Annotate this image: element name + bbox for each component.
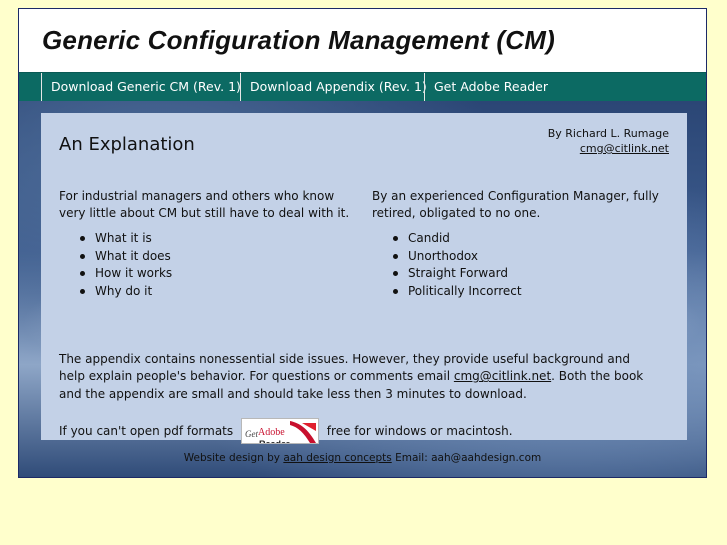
footer-prefix: Website design by xyxy=(183,452,281,464)
content-panel: An Explanation By Richard L. Rumage cmg@… xyxy=(41,113,687,444)
nav-download-appendix[interactable]: Download Appendix (Rev. 1) xyxy=(250,73,427,102)
audience-column: For industrial managers and others who k… xyxy=(59,188,359,300)
header: Generic Configuration Management (CM) xyxy=(19,9,706,72)
contact-email-link[interactable]: cmg@citlink.net xyxy=(454,369,551,383)
site-title: Generic Configuration Management (CM) xyxy=(42,25,555,55)
list-item: Unorthodox xyxy=(393,248,672,266)
badge-reader-text: Reader xyxy=(258,438,290,444)
badge-get-text: Get xyxy=(244,428,258,439)
bullet-icon xyxy=(393,288,398,294)
ocean-background: An Explanation By Richard L. Rumage cmg@… xyxy=(19,101,706,477)
list-item-label: Unorthodox xyxy=(408,248,479,263)
author-intro: By an experienced Configuration Manager,… xyxy=(372,189,659,220)
bullet-icon xyxy=(393,253,398,259)
page-frame: Generic Configuration Management (CM) Do… xyxy=(18,8,707,478)
list-item: Straight Forward xyxy=(393,265,672,283)
qualities-list: Candid Unorthodox Straight Forward Polit… xyxy=(372,230,672,300)
bullet-icon xyxy=(80,271,85,276)
nav-separator xyxy=(424,73,425,102)
author-name: By Richard L. Rumage xyxy=(547,127,669,140)
list-item-label: Why do it xyxy=(95,283,153,298)
topics-list: What it is What it does How it works Why… xyxy=(59,230,359,300)
list-item-label: What it is xyxy=(95,231,152,245)
author-email-link[interactable]: cmg@citlink.net xyxy=(580,142,669,155)
footer-email: Email: aah@aahdesign.com xyxy=(395,452,542,464)
bullet-icon xyxy=(80,288,85,294)
audience-intro: For industrial managers and others who k… xyxy=(59,189,350,220)
bullet-icon xyxy=(80,253,85,259)
nav-separator xyxy=(41,73,42,102)
bullet-icon xyxy=(393,236,398,241)
nav-separator xyxy=(240,73,241,102)
list-item: What it is xyxy=(80,230,359,248)
author-column: By an experienced Configuration Manager,… xyxy=(372,188,672,300)
pdf-note-text-end: free for windows or macintosh. xyxy=(326,423,513,438)
list-item-label: Candid xyxy=(408,231,450,245)
list-item: Candid xyxy=(393,230,672,248)
bullet-icon xyxy=(80,236,85,241)
footer: Website design by aah design concepts Em… xyxy=(19,452,706,464)
list-item-label: Straight Forward xyxy=(408,266,508,280)
appendix-paragraph: The appendix contains nonessential side … xyxy=(59,351,659,403)
list-item-label: How it works xyxy=(95,266,173,280)
footer-design-link[interactable]: aah design concepts xyxy=(283,452,391,464)
page-title: An Explanation xyxy=(59,134,195,155)
nav-get-adobe-reader[interactable]: Get Adobe Reader xyxy=(434,73,548,102)
byline: By Richard L. Rumage cmg@citlink.net xyxy=(548,126,669,156)
bullet-icon xyxy=(393,271,398,276)
list-item-label: Politically Incorrect xyxy=(408,283,522,298)
pdf-note: If you can't open pdf formats Get Adobe … xyxy=(59,417,513,444)
list-item: How it works xyxy=(80,265,359,283)
list-item: Why do it xyxy=(80,283,359,301)
nav-bar: Download Generic CM (Rev. 1) Download Ap… xyxy=(19,72,706,102)
list-item-label: What it does xyxy=(95,248,171,263)
adobe-reader-icon xyxy=(289,420,316,443)
list-item: Politically Incorrect xyxy=(393,283,672,301)
nav-download-generic-cm[interactable]: Download Generic CM (Rev. 1) xyxy=(51,73,241,102)
get-adobe-reader-badge[interactable]: Get Adobe Reader xyxy=(240,417,319,444)
pdf-note-text: If you can't open pdf formats xyxy=(59,423,234,438)
list-item: What it does xyxy=(80,248,359,266)
